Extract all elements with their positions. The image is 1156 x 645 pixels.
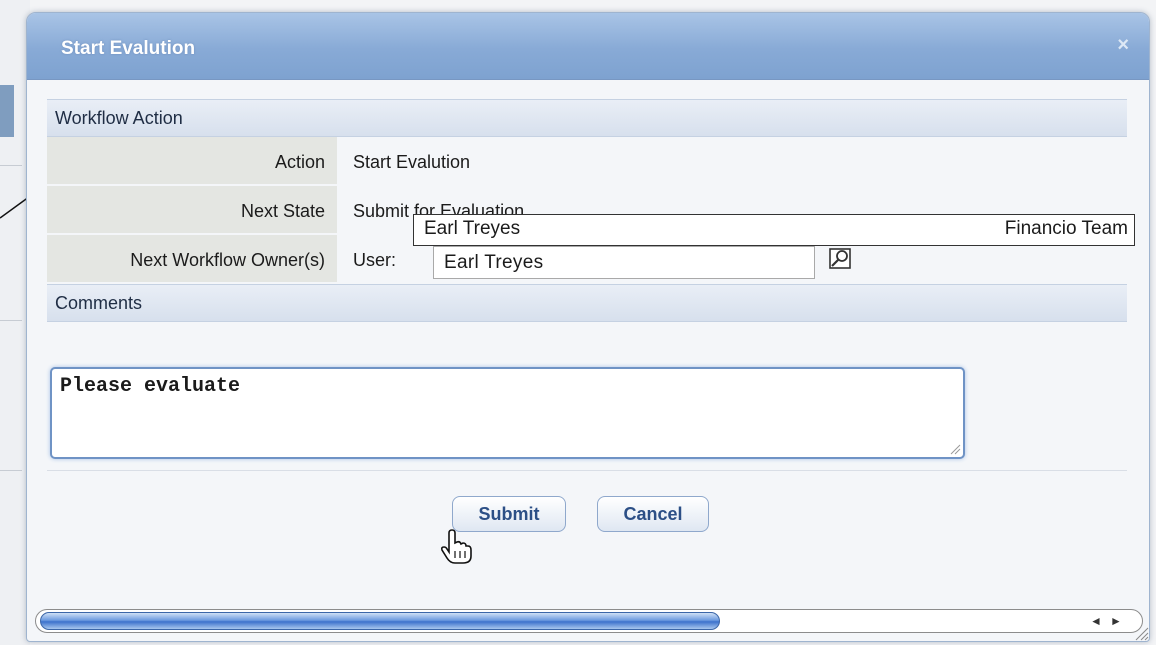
workflow-action-header: Workflow Action bbox=[47, 99, 1127, 137]
scroll-left-icon[interactable]: ◄ bbox=[1086, 612, 1106, 630]
background-divider bbox=[0, 320, 22, 321]
scroll-right-icon[interactable]: ► bbox=[1106, 612, 1126, 630]
background-divider bbox=[0, 470, 22, 471]
action-value: Start Evalution bbox=[353, 152, 471, 172]
hand-cursor-icon bbox=[440, 529, 472, 564]
comments-header: Comments bbox=[47, 284, 1127, 322]
submit-button[interactable]: Submit bbox=[452, 496, 566, 532]
owner-autocomplete-option[interactable]: Earl Treyes Financio Team bbox=[413, 214, 1135, 246]
action-label: Action bbox=[47, 137, 337, 185]
cancel-button[interactable]: Cancel bbox=[597, 496, 709, 532]
scrollbar-thumb[interactable] bbox=[40, 612, 720, 630]
lookup-icon[interactable] bbox=[827, 245, 855, 273]
comments-text: Please evaluate bbox=[60, 375, 241, 398]
close-icon[interactable]: × bbox=[1117, 35, 1129, 55]
user-label: User: bbox=[353, 250, 397, 270]
comments-textarea[interactable]: Please evaluate bbox=[50, 367, 965, 459]
start-evaluation-dialog: Start Evalution × Workflow Action Action… bbox=[26, 12, 1150, 642]
next-owner-label: Next Workflow Owner(s) bbox=[47, 235, 337, 283]
owner-user-input[interactable]: Earl Treyes bbox=[433, 246, 815, 279]
background-divider bbox=[0, 165, 22, 166]
resize-grip-icon[interactable] bbox=[949, 443, 961, 455]
dialog-content: Workflow Action Action Start Evalution N… bbox=[47, 99, 1127, 471]
next-state-label: Next State bbox=[47, 186, 337, 234]
dialog-title: Start Evalution bbox=[61, 38, 196, 59]
dialog-title-bar[interactable]: Start Evalution × bbox=[27, 13, 1149, 80]
horizontal-scrollbar[interactable]: ◄ ► bbox=[35, 609, 1143, 633]
section-divider bbox=[47, 470, 1127, 471]
window-resize-icon[interactable] bbox=[1133, 625, 1149, 641]
action-row: Action Start Evalution bbox=[47, 137, 1127, 186]
background-tab bbox=[0, 85, 14, 137]
autocomplete-team: Financio Team bbox=[1004, 218, 1128, 239]
autocomplete-name: Earl Treyes bbox=[424, 218, 521, 239]
